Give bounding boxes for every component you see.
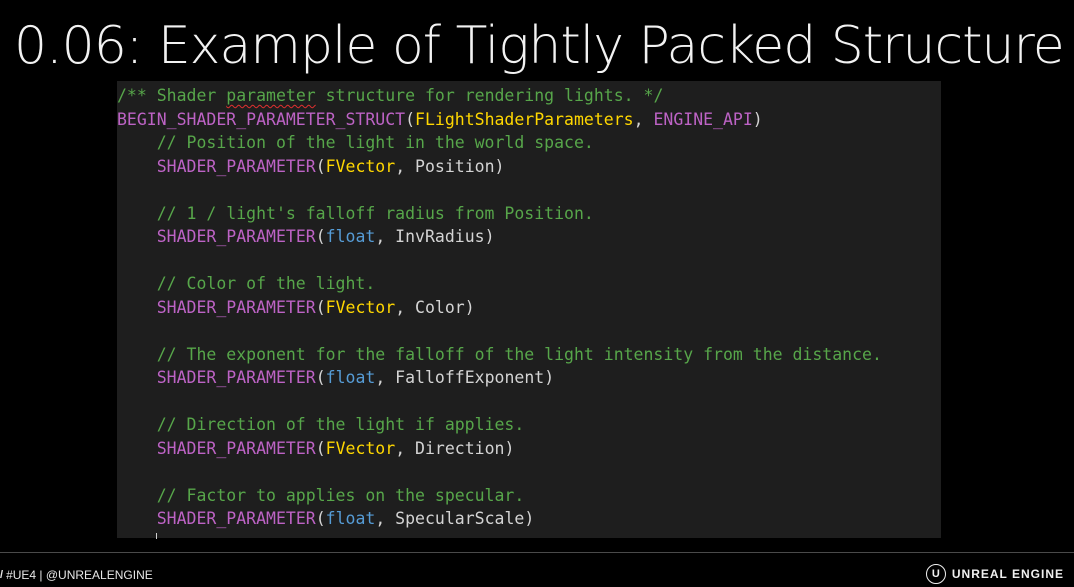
code-token: ( [315,509,326,528]
code-token: // 1 / light's falloff radius from Posit… [117,203,594,223]
code-token: BEGIN_SHADER_PARAMETER_STRUCT [117,109,406,129]
slide-title: 0.06: Example of Tightly Packed Structur… [14,16,1065,76]
code-token: // Direction of the light if applies. [117,415,525,434]
code-token: /** Shader [117,86,227,105]
code-token: structure for rendering lights. */ [315,86,664,105]
footer-social-text: #UE4 | @UNREALENGINE [6,568,153,582]
code-line: // Position of the light in the world sp… [117,131,882,155]
code-token: FVector [325,438,396,458]
twitter-hash-icon: / [0,569,4,581]
code-line: SHADER_PARAMETER(FVector, Color) [117,296,882,320]
code-token: , Position) [395,156,505,176]
code-line: SHADER_PARAMETER(float, SpecularScale) [117,507,882,531]
code-token: , [633,109,654,129]
code-token: ( [315,438,326,458]
brand-text: UNREAL ENGINE [951,567,1064,581]
code-token: SHADER_PARAMETER [156,156,316,176]
code-editor-panel[interactable]: /** Shader parameter structure for rende… [117,81,941,538]
code-line: SHADER_PARAMETER(float, InvRadius) [117,225,882,249]
code-lines: /** Shader parameter structure for rende… [117,84,882,531]
code-token: ) [752,109,763,129]
unreal-engine-logo-icon: U [925,564,946,584]
code-token: // Position of the light in the world sp… [117,133,594,152]
code-token: ( [405,109,416,129]
code-token: SHADER_PARAMETER [156,509,316,528]
code-line: BEGIN_SHADER_PARAMETER_STRUCT(FLightShad… [117,108,882,132]
code-token: , Color) [395,297,475,317]
code-token: ENGINE_API [653,109,753,129]
code-token: float [325,227,376,246]
code-line: SHADER_PARAMETER(FVector, Position) [117,155,882,179]
code-line: SHADER_PARAMETER(float, FalloffExponent) [117,366,882,390]
code-line: // Direction of the light if applies. [117,413,882,437]
code-token: FLightShaderParameters [415,109,634,129]
code-token: SHADER_PARAMETER [156,368,316,387]
code-token: , FalloffExponent) [375,368,555,387]
code-token: FVector [325,156,396,176]
code-token: // Factor to applies on the specular. [117,485,525,505]
footer-divider [0,552,1074,553]
code-token: SHADER_PARAMETER [156,227,316,246]
code-token: ( [315,156,326,176]
code-line: SHADER_PARAMETER(FVector, Direction) [117,437,882,461]
code-token: ( [315,297,326,317]
code-token: SHADER_PARAMETER [156,297,316,317]
text-caret [156,533,157,539]
code-line: /** Shader parameter structure for rende… [117,84,882,108]
code-token: float [325,368,376,387]
code-token: , SpecularScale) [375,509,535,528]
code-line: // Factor to applies on the specular. [117,484,882,508]
code-line: // Color of the light. [117,272,882,296]
code-token: float [325,509,376,528]
code-token: , Direction) [395,438,515,458]
code-token: parameter [226,86,316,105]
code-token: ( [315,368,326,387]
code-token: , InvRadius) [375,227,495,246]
code-token: // Color of the light. [117,274,376,293]
code-token: ( [315,227,326,246]
code-line: // The exponent for the falloff of the l… [117,343,882,367]
code-token: FVector [325,297,396,317]
code-line: // 1 / light's falloff radius from Posit… [117,202,882,226]
code-token: SHADER_PARAMETER [156,438,316,458]
footer-social: / #UE4 | @UNREALENGINE [0,568,153,582]
code-token: // The exponent for the falloff of the l… [117,344,882,364]
unreal-engine-brand: U UNREAL ENGINE [925,564,1064,584]
